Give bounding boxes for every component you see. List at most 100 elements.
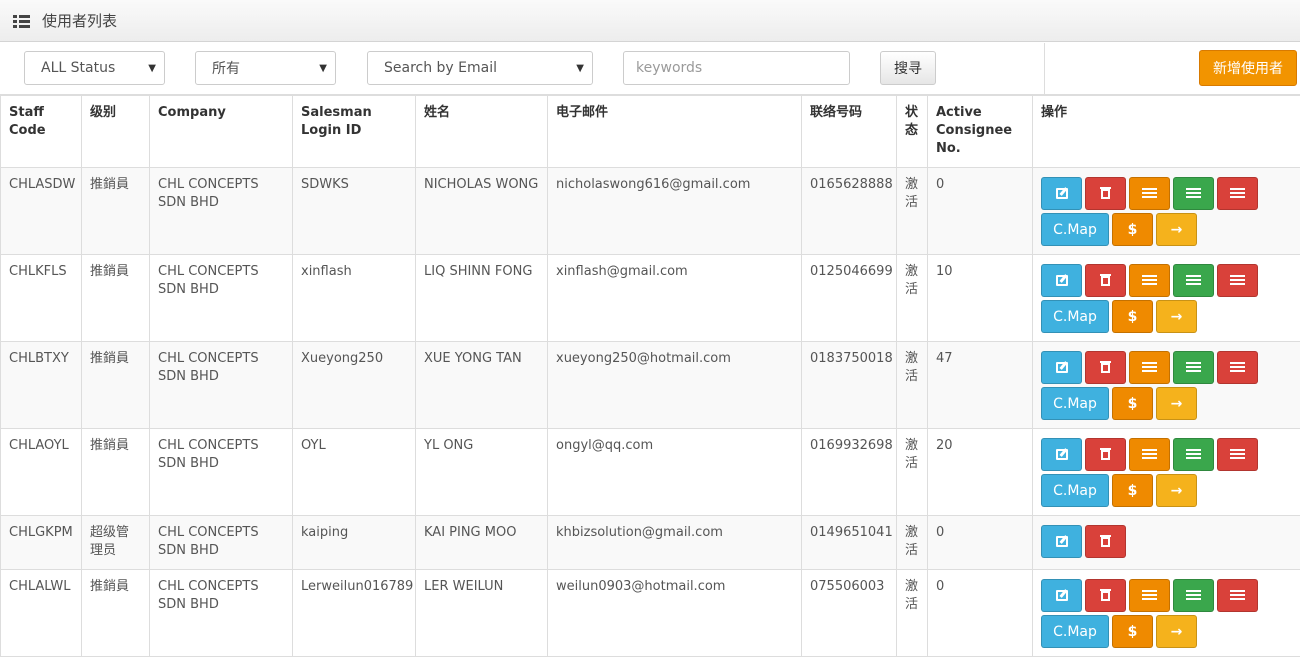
email-search-select[interactable]: Search by Email ▼ — [367, 51, 593, 85]
list-orange-button[interactable] — [1129, 264, 1170, 297]
cell-staff-code: CHLKFLS — [1, 255, 82, 342]
list-red-button[interactable] — [1217, 351, 1258, 384]
header-phone[interactable]: 联络号码 — [802, 96, 897, 168]
table-row: CHLBTXY推銷員CHL CONCEPTS SDN BHDXueyong250… — [1, 342, 1300, 429]
search-button[interactable]: 搜寻 — [880, 51, 936, 85]
trash-icon — [1101, 591, 1110, 601]
list-icon — [1231, 590, 1245, 601]
filter-toolbar: ALL Status ▼ 所有 ▼ Search by Email ▼ 搜寻 新… — [0, 43, 1300, 95]
dollar-button[interactable]: $ — [1112, 615, 1153, 648]
cmap-button[interactable]: C.Map — [1041, 300, 1109, 333]
arrow-button[interactable]: → — [1156, 615, 1197, 648]
add-user-button[interactable]: 新增使用者 — [1199, 50, 1297, 86]
list-icon — [1187, 362, 1201, 373]
dollar-button[interactable]: $ — [1112, 387, 1153, 420]
arrow-button[interactable]: → — [1156, 387, 1197, 420]
delete-button[interactable] — [1085, 525, 1126, 558]
edit-icon — [1056, 362, 1068, 373]
chevron-down-icon: ▼ — [576, 63, 584, 74]
edit-button[interactable] — [1041, 351, 1082, 384]
cell-status: 激活 — [897, 570, 928, 657]
edit-icon — [1056, 590, 1068, 601]
header-actions: 操作 — [1033, 96, 1300, 168]
list-red-button[interactable] — [1217, 177, 1258, 210]
delete-button[interactable] — [1085, 438, 1126, 471]
header-status[interactable]: 状态 — [897, 96, 928, 168]
arrow-button[interactable]: → — [1156, 213, 1197, 246]
delete-button[interactable] — [1085, 579, 1126, 612]
cell-status: 激活 — [897, 342, 928, 429]
cell-name: LIQ SHINN FONG — [416, 255, 548, 342]
cmap-button[interactable]: C.Map — [1041, 615, 1109, 648]
list-orange-button[interactable] — [1129, 177, 1170, 210]
header-name[interactable]: 姓名 — [416, 96, 548, 168]
list-red-button[interactable] — [1217, 579, 1258, 612]
status-select-value: ALL Status — [41, 60, 115, 76]
list-orange-button[interactable] — [1129, 351, 1170, 384]
cmap-label: C.Map — [1053, 395, 1097, 413]
cell-login-id: OYL — [293, 429, 416, 516]
dollar-button[interactable]: $ — [1112, 300, 1153, 333]
list-icon — [1143, 449, 1157, 460]
list-icon — [1231, 275, 1245, 286]
list-orange-button[interactable] — [1129, 438, 1170, 471]
list-green-button[interactable] — [1173, 438, 1214, 471]
header-email[interactable]: 电子邮件 — [548, 96, 802, 168]
cell-phone: 0165628888 — [802, 168, 897, 255]
cell-company: CHL CONCEPTS SDN BHD — [150, 429, 293, 516]
list-green-button[interactable] — [1173, 579, 1214, 612]
cmap-button[interactable]: C.Map — [1041, 387, 1109, 420]
list-red-button[interactable] — [1217, 264, 1258, 297]
cell-email: ongyl@qq.com — [548, 429, 802, 516]
cmap-label: C.Map — [1053, 221, 1097, 239]
cmap-button[interactable]: C.Map — [1041, 474, 1109, 507]
cell-phone: 0169932698 — [802, 429, 897, 516]
trash-icon — [1101, 363, 1110, 373]
cell-level: 推銷員 — [82, 342, 150, 429]
cell-staff-code: CHLAOYL — [1, 429, 82, 516]
arrow-button[interactable]: → — [1156, 474, 1197, 507]
user-table: Staff Code 级别 Company Salesman Login ID … — [0, 95, 1300, 657]
list-icon — [1187, 449, 1201, 460]
table-row: CHLAOYL推銷員CHL CONCEPTS SDN BHDOYLYL ONGo… — [1, 429, 1300, 516]
header-login-id[interactable]: Salesman Login ID — [293, 96, 416, 168]
header-level[interactable]: 级别 — [82, 96, 150, 168]
cell-actions: C.Map$→ — [1033, 255, 1300, 342]
cell-consignee: 0 — [928, 168, 1033, 255]
list-green-button[interactable] — [1173, 351, 1214, 384]
list-red-button[interactable] — [1217, 438, 1258, 471]
edit-button[interactable] — [1041, 177, 1082, 210]
cell-login-id: SDWKS — [293, 168, 416, 255]
cell-actions: C.Map$→ — [1033, 570, 1300, 657]
cmap-button[interactable]: C.Map — [1041, 213, 1109, 246]
delete-button[interactable] — [1085, 177, 1126, 210]
list-icon — [1187, 275, 1201, 286]
edit-button[interactable] — [1041, 264, 1082, 297]
cell-email: khbizsolution@gmail.com — [548, 516, 802, 570]
cell-consignee: 0 — [928, 570, 1033, 657]
level-select[interactable]: 所有 ▼ — [195, 51, 336, 85]
list-green-button[interactable] — [1173, 264, 1214, 297]
edit-button[interactable] — [1041, 438, 1082, 471]
cell-level: 推銷員 — [82, 255, 150, 342]
dollar-button[interactable]: $ — [1112, 213, 1153, 246]
delete-button[interactable] — [1085, 264, 1126, 297]
header-company[interactable]: Company — [150, 96, 293, 168]
edit-button[interactable] — [1041, 525, 1082, 558]
header-staff-code[interactable]: Staff Code — [1, 96, 82, 168]
cell-name: NICHOLAS WONG — [416, 168, 548, 255]
delete-button[interactable] — [1085, 351, 1126, 384]
keywords-input[interactable] — [623, 51, 850, 85]
header-consignee[interactable]: Active Consignee No. — [928, 96, 1033, 168]
list-green-button[interactable] — [1173, 177, 1214, 210]
cell-level: 推銷員 — [82, 168, 150, 255]
cell-phone: 0183750018 — [802, 342, 897, 429]
dollar-button[interactable]: $ — [1112, 474, 1153, 507]
cell-actions: C.Map$→ — [1033, 429, 1300, 516]
list-orange-button[interactable] — [1129, 579, 1170, 612]
action-group: C.Map$→ — [1041, 437, 1261, 507]
cell-status: 激活 — [897, 168, 928, 255]
edit-button[interactable] — [1041, 579, 1082, 612]
arrow-button[interactable]: → — [1156, 300, 1197, 333]
status-select[interactable]: ALL Status ▼ — [24, 51, 165, 85]
